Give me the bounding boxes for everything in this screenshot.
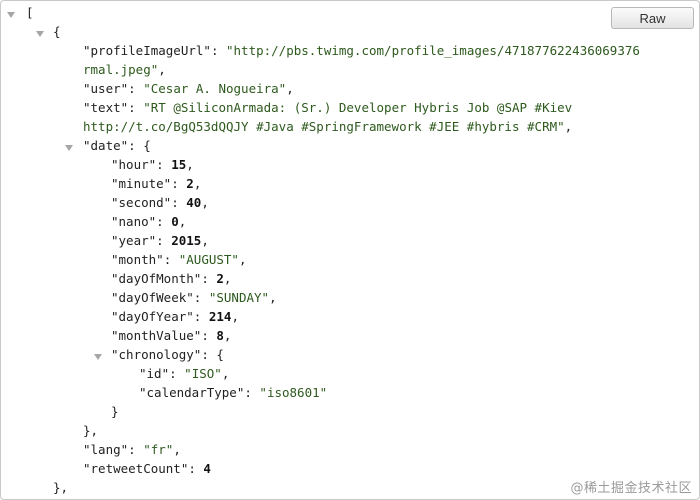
json-number-value: 214 xyxy=(208,309,232,324)
json-key: "dayOfMonth" xyxy=(111,271,202,286)
json-line-close-object: }, xyxy=(53,478,68,497)
json-line-year: "year": 2015, xyxy=(111,233,209,248)
json-string-value: "fr" xyxy=(143,442,174,457)
collapse-object-toggle-icon[interactable] xyxy=(36,31,44,37)
json-string-value: "SUNDAY" xyxy=(208,290,270,305)
json-string-value: "http://pbs.twimg.com/profile_images/471… xyxy=(226,43,640,58)
json-key: "calendarType" xyxy=(139,385,245,400)
bracket-open: [ xyxy=(26,5,34,20)
json-line-profileimageurl-cont: rmal.jpeg", xyxy=(83,62,166,77)
json-line-monthvalue: "monthValue": 8, xyxy=(111,328,232,343)
json-string-value: rmal.jpeg" xyxy=(83,62,159,77)
json-number-value: 0 xyxy=(171,214,179,229)
json-string-value: http://t.co/BgQ53dQQJY #Java #SpringFram… xyxy=(83,119,565,134)
json-key: "hour" xyxy=(111,157,157,172)
json-line-minute: "minute": 2, xyxy=(111,176,202,191)
json-string-value: "ISO" xyxy=(184,366,222,381)
json-line-dayofweek: "dayOfWeek": "SUNDAY", xyxy=(111,290,277,305)
json-key: "second" xyxy=(111,195,172,210)
json-key: "monthValue" xyxy=(111,328,202,343)
json-line-dayofmonth: "dayOfMonth": 2, xyxy=(111,271,232,286)
json-line-close-date: }, xyxy=(83,421,98,440)
json-key: "profileImageUrl" xyxy=(83,43,211,58)
json-key: "dayOfYear" xyxy=(111,309,194,324)
json-line-profileimageurl: "profileImageUrl": "http://pbs.twimg.com… xyxy=(83,43,640,58)
collapse-chronology-toggle-icon[interactable] xyxy=(94,354,102,360)
json-line-close-chronology: } xyxy=(111,402,119,421)
raw-button[interactable]: Raw xyxy=(611,7,694,29)
json-number-value: 2015 xyxy=(171,233,202,248)
json-line-text: "text": "RT @SiliconArmada: (Sr.) Develo… xyxy=(83,100,573,115)
json-number-value: 2 xyxy=(216,271,224,286)
json-line-text-cont: http://t.co/BgQ53dQQJY #Java #SpringFram… xyxy=(83,119,573,134)
collapse-array-toggle-icon[interactable] xyxy=(7,12,15,18)
json-key: "lang" xyxy=(83,442,129,457)
json-string-value: "AUGUST" xyxy=(178,252,239,267)
json-line-hour: "hour": 15, xyxy=(111,157,194,172)
json-number-value: 4 xyxy=(203,461,211,476)
json-line-nano: "nano": 0, xyxy=(111,214,187,229)
json-key: "nano" xyxy=(111,214,157,229)
json-number-value: 40 xyxy=(186,195,202,210)
json-number-value: 8 xyxy=(216,328,224,343)
watermark: @稀土掘金技术社区 xyxy=(570,481,692,496)
brace-open: { xyxy=(53,24,61,39)
json-line-date: "date": { xyxy=(83,138,151,153)
json-line-chronology: "chronology": { xyxy=(111,347,224,362)
json-key: "dayOfWeek" xyxy=(111,290,194,305)
json-number-value: 15 xyxy=(171,157,187,172)
json-key: "month" xyxy=(111,252,164,267)
collapse-date-toggle-icon[interactable] xyxy=(65,145,73,151)
json-key: "text" xyxy=(83,100,129,115)
json-key: "year" xyxy=(111,233,157,248)
json-string-value: "iso8601" xyxy=(259,385,328,400)
json-string-value: "RT @SiliconArmada: (Sr.) Developer Hybr… xyxy=(143,100,573,115)
json-key: "retweetCount" xyxy=(83,461,189,476)
json-line-open-array: [ xyxy=(26,3,34,22)
json-string-value: "Cesar A. Nogueira" xyxy=(143,81,287,96)
json-line-id: "id": "ISO", xyxy=(139,366,230,381)
json-key: "minute" xyxy=(111,176,172,191)
json-line-lang: "lang": "fr", xyxy=(83,442,181,457)
json-line-user: "user": "Cesar A. Nogueira", xyxy=(83,81,294,96)
json-key: "date" xyxy=(83,138,129,153)
json-line-open-object: { xyxy=(53,22,61,41)
json-key: "user" xyxy=(83,81,129,96)
json-number-value: 2 xyxy=(186,176,194,191)
json-line-dayofyear: "dayOfYear": 214, xyxy=(111,309,239,324)
brace-close: }, xyxy=(53,480,69,495)
json-line-retweetcount: "retweetCount": 4 xyxy=(83,461,211,476)
brace-close: }, xyxy=(83,423,99,438)
json-key: "id" xyxy=(139,366,170,381)
json-line-calendartype: "calendarType": "iso8601" xyxy=(139,385,328,400)
json-line-second: "second": 40, xyxy=(111,195,209,210)
json-key: "chronology" xyxy=(111,347,202,362)
json-line-month: "month": "AUGUST", xyxy=(111,252,247,267)
brace-close: } xyxy=(111,404,119,419)
